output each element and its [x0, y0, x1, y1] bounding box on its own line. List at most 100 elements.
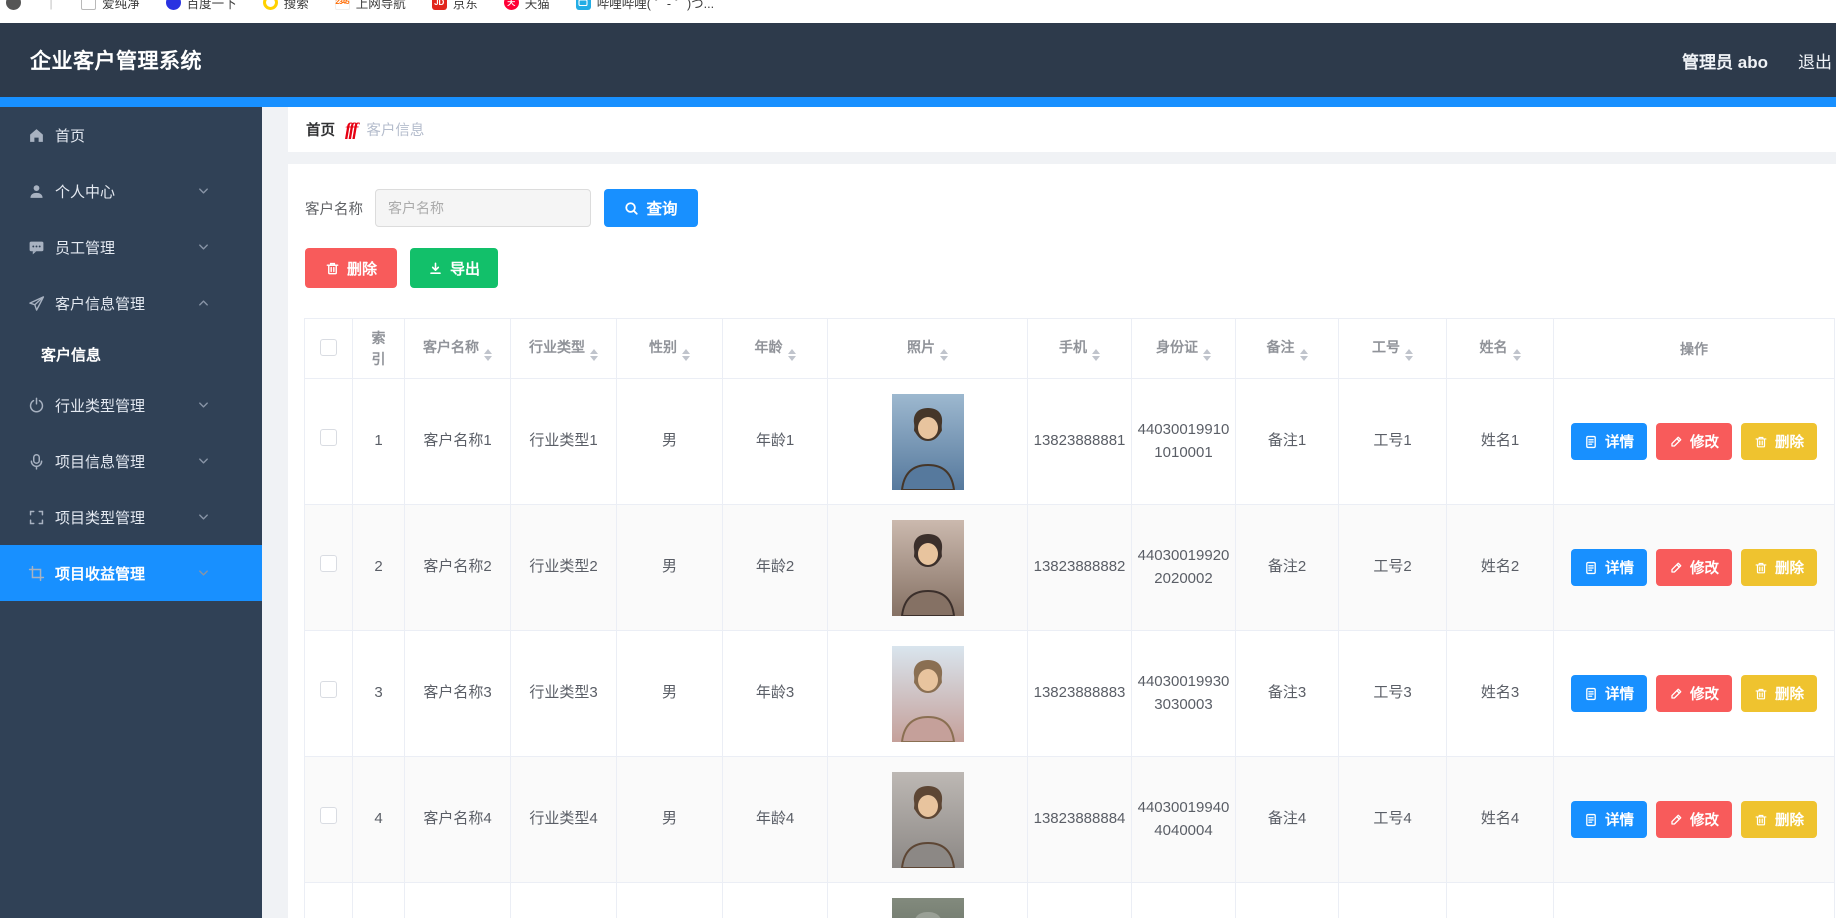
content-area: 首页 fff 客户信息 客户名称 查询 删除 导出	[262, 107, 1836, 918]
customer-photo	[892, 772, 964, 868]
customer-photo	[892, 646, 964, 742]
document-icon	[1584, 813, 1598, 827]
sidebar-item-label: 客户信息管理	[55, 293, 145, 314]
cell-industry-type	[511, 883, 617, 918]
browser-bookmarks-bar: | 爱纯净百度一下搜索2345上网导航JD京东天天猫哔哩哔哩( ゜- ゜)つ..…	[0, 0, 1836, 23]
column-header-客户名称[interactable]: 客户名称	[405, 319, 511, 379]
bookmark-item[interactable]: JD京东	[432, 0, 478, 12]
cell-gender	[617, 883, 723, 918]
cell-customer-name	[405, 883, 511, 918]
sort-icon	[940, 349, 948, 361]
column-header-姓名[interactable]: 姓名	[1447, 319, 1554, 379]
bookmark-item[interactable]: 爱纯净	[81, 0, 140, 12]
breadcrumb-home-link[interactable]: 首页	[306, 119, 335, 140]
red-fff-separator-icon: fff	[345, 119, 356, 140]
row-删除-button[interactable]: 删除	[1741, 801, 1817, 838]
sidebar-item-员工管理[interactable]: 员工管理	[0, 219, 262, 275]
bookmark-item[interactable]: 哔哩哔哩( ゜- ゜)つ...	[576, 0, 714, 12]
sidebar-item-项目收益管理[interactable]: 项目收益管理	[0, 545, 262, 601]
row-详情-button[interactable]: 详情	[1571, 801, 1647, 838]
bookmark-label: 百度一下	[187, 0, 237, 12]
bookmark-item[interactable]: 2345上网导航	[335, 0, 406, 12]
column-header-性别[interactable]: 性别	[617, 319, 723, 379]
row-删除-button[interactable]: 删除	[1741, 675, 1817, 712]
sidebar-item-客户信息管理[interactable]: 客户信息管理	[0, 275, 262, 331]
current-user[interactable]: 管理员 abo	[1682, 48, 1768, 73]
row-修改-button[interactable]: 修改	[1656, 423, 1732, 460]
sort-icon	[788, 349, 796, 361]
column-header-工号[interactable]: 工号	[1339, 319, 1447, 379]
row-checkbox[interactable]	[320, 555, 337, 572]
cell-age: 年龄3	[723, 631, 828, 757]
column-header-操作: 操作	[1554, 319, 1835, 379]
row-checkbox[interactable]	[320, 681, 337, 698]
column-header-年龄[interactable]: 年龄	[723, 319, 828, 379]
customer-name-input[interactable]	[375, 189, 591, 227]
column-header-照片[interactable]: 照片	[828, 319, 1028, 379]
cell-age: 年龄4	[723, 757, 828, 883]
sidebar-item-行业类型管理[interactable]: 行业类型管理	[0, 377, 262, 433]
app-title: 企业客户管理系统	[30, 45, 202, 75]
pen-icon	[1669, 813, 1683, 827]
crop-icon	[28, 565, 45, 582]
cell-job-no: 工号1	[1339, 379, 1447, 505]
select-all-checkbox[interactable]	[320, 339, 337, 356]
document-icon	[1584, 435, 1598, 449]
sort-icon	[1513, 349, 1521, 361]
cell-industry-type: 行业类型1	[511, 379, 617, 505]
bookmark-item[interactable]: 搜索	[263, 0, 309, 12]
sidebar-item-项目类型管理[interactable]: 项目类型管理	[0, 489, 262, 545]
cell-industry-type: 行业类型3	[511, 631, 617, 757]
column-header-备注[interactable]: 备注	[1236, 319, 1339, 379]
row-修改-button[interactable]: 修改	[1656, 675, 1732, 712]
delete-button[interactable]: 删除	[305, 248, 397, 288]
row-修改-button[interactable]: 修改	[1656, 801, 1732, 838]
row-删除-button[interactable]: 删除	[1741, 549, 1817, 586]
main-panel: 客户名称 查询 删除 导出 索引客户名称行业类型性别年龄照片手机身份证备	[288, 164, 1836, 918]
table-row: 详情修改删除	[305, 883, 1835, 918]
cell-photo	[828, 379, 1028, 505]
row-详情-button[interactable]: 详情	[1571, 423, 1647, 460]
column-header-手机[interactable]: 手机	[1028, 319, 1132, 379]
row-删除-button[interactable]: 删除	[1741, 423, 1817, 460]
cell-staff-name: 姓名3	[1447, 631, 1554, 757]
select-all-header	[305, 319, 353, 379]
cell-job-no	[1339, 883, 1447, 918]
sidebar-item-首页[interactable]: 首页	[0, 107, 262, 163]
cell-note: 备注4	[1236, 757, 1339, 883]
row-checkbox[interactable]	[320, 429, 337, 446]
sidebar-item-项目信息管理[interactable]: 项目信息管理	[0, 433, 262, 489]
bookmark-item[interactable]: 天天猫	[504, 0, 550, 12]
bookmark-item[interactable]: 百度一下	[166, 0, 237, 12]
export-button[interactable]: 导出	[410, 248, 498, 288]
column-header-行业类型[interactable]: 行业类型	[511, 319, 617, 379]
row-修改-button[interactable]: 修改	[1656, 549, 1732, 586]
sidebar-item-个人中心[interactable]: 个人中心	[0, 163, 262, 219]
customer-photo	[892, 394, 964, 490]
sidebar-item-客户信息[interactable]: 客户信息	[0, 331, 262, 377]
cell-industry-type: 行业类型2	[511, 505, 617, 631]
row-checkbox[interactable]	[320, 807, 337, 824]
cell-customer-name: 客户名称2	[405, 505, 511, 631]
sort-icon	[1203, 349, 1211, 361]
row-详情-button[interactable]: 详情	[1571, 549, 1647, 586]
cell-job-no: 工号4	[1339, 757, 1447, 883]
tmall-icon: 天	[504, 0, 519, 10]
cell-id-card: 440300199101010001	[1132, 379, 1236, 505]
bookmark-label: 哔哩哔哩( ゜- ゜)つ...	[597, 0, 714, 12]
baidu-icon	[166, 0, 181, 10]
search-field-label: 客户名称	[305, 198, 363, 219]
chevron-down-icon	[197, 511, 210, 524]
cell-index: 4	[353, 757, 405, 883]
trash-icon	[325, 261, 340, 276]
search-ring-icon	[263, 0, 278, 10]
breadcrumb: 首页 fff 客户信息	[288, 107, 1836, 152]
cell-staff-name	[1447, 883, 1554, 918]
customer-photo	[892, 898, 964, 918]
column-header-身份证[interactable]: 身份证	[1132, 319, 1236, 379]
query-button[interactable]: 查询	[604, 189, 698, 227]
logout-button[interactable]: 退出	[1798, 48, 1832, 73]
browser-icon[interactable]	[6, 0, 21, 10]
cell-staff-name: 姓名2	[1447, 505, 1554, 631]
row-详情-button[interactable]: 详情	[1571, 675, 1647, 712]
